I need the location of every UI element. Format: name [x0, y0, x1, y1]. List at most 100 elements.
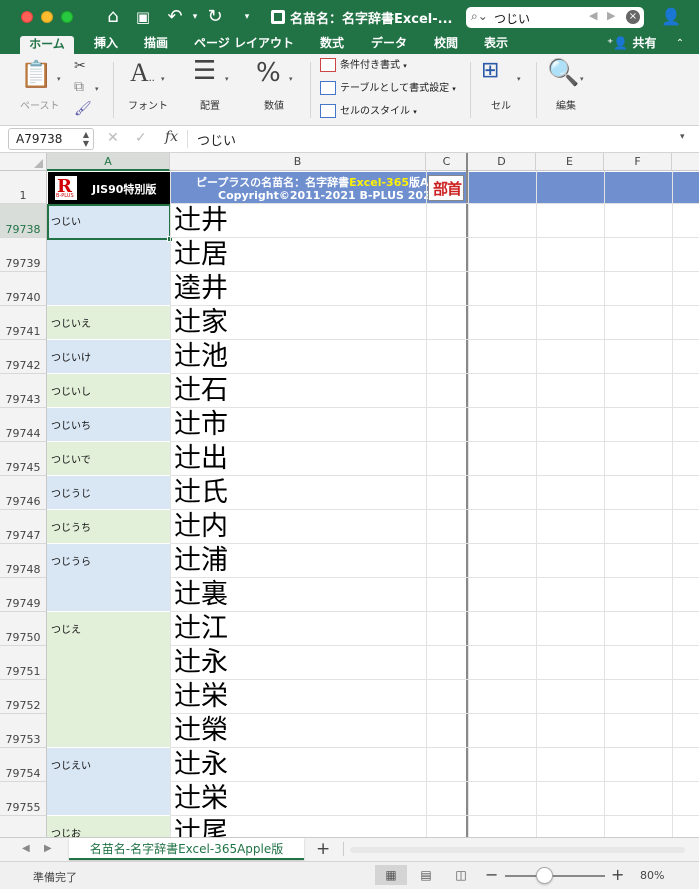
- row-header[interactable]: 79751: [0, 646, 46, 680]
- surname-cell[interactable]: 辻出: [170, 442, 425, 476]
- zoom-window-button[interactable]: [61, 11, 73, 23]
- paste-icon[interactable]: 📋: [20, 60, 52, 90]
- cells-group[interactable]: ⊞ ▾ セル: [476, 54, 532, 126]
- row-header[interactable]: 79753: [0, 714, 46, 748]
- row-header[interactable]: 79747: [0, 510, 46, 544]
- tab-draw[interactable]: 描画: [136, 34, 176, 54]
- tab-insert[interactable]: 挿入: [84, 34, 128, 54]
- save-icon[interactable]: ▣: [131, 4, 155, 30]
- home-icon[interactable]: ⌂: [101, 4, 125, 30]
- format-painter-icon[interactable]: 🖌: [74, 101, 92, 117]
- surname-cell[interactable]: 辻榮: [170, 714, 425, 748]
- search-input[interactable]: つじい: [494, 10, 530, 27]
- zoom-out-icon[interactable]: −: [485, 865, 498, 884]
- normal-view-icon[interactable]: ▦: [375, 865, 407, 885]
- collapse-ribbon-icon[interactable]: ⌃: [670, 34, 690, 54]
- conditional-formatting-button[interactable]: 条件付き書式 ▾: [320, 56, 407, 76]
- surname-cell[interactable]: 辻井: [170, 204, 425, 238]
- row-header[interactable]: 79749: [0, 578, 46, 612]
- tab-view[interactable]: 表示: [476, 34, 516, 54]
- name-box-spinner-icon[interactable]: ▲ ▼: [83, 130, 89, 148]
- search-box[interactable]: ⌕⌄ つじい ◀ ▶ ×: [466, 7, 644, 28]
- column-header-d[interactable]: D: [468, 153, 536, 171]
- row-header[interactable]: 79743: [0, 374, 46, 408]
- row-header[interactable]: 79740: [0, 272, 46, 306]
- reading-cell[interactable]: つじいけ: [47, 340, 170, 374]
- expand-formula-icon[interactable]: ▾: [680, 132, 685, 142]
- number-group[interactable]: % ▾ 数値: [250, 54, 306, 126]
- copy-dropdown-icon[interactable]: ▾: [95, 85, 99, 93]
- customize-toolbar-icon[interactable]: ▾: [235, 4, 259, 30]
- search-previous-icon[interactable]: ◀: [589, 9, 597, 22]
- surname-cell[interactable]: 辻江: [170, 612, 425, 646]
- banner-cell-a1[interactable]: R B-PLUS JIS90特別版: [48, 172, 170, 204]
- row-header[interactable]: 79738: [0, 204, 46, 238]
- column-header-b[interactable]: B: [170, 153, 426, 171]
- row-header[interactable]: 79754: [0, 748, 46, 782]
- name-box-value[interactable]: A79738: [16, 132, 62, 146]
- row-header[interactable]: 79755: [0, 782, 46, 816]
- row-header[interactable]: 79745: [0, 442, 46, 476]
- reading-cell[interactable]: つじいち: [47, 408, 170, 442]
- insert-function-icon[interactable]: fx: [165, 129, 178, 145]
- page-layout-view-icon[interactable]: ▤: [410, 865, 442, 885]
- reading-cell[interactable]: つじうじ: [47, 476, 170, 510]
- reading-cell[interactable]: つじえい: [47, 748, 170, 816]
- radical-stamp-image[interactable]: 部首: [428, 175, 464, 201]
- surname-cell[interactable]: 辻永: [170, 646, 425, 680]
- surname-cell[interactable]: 辻市: [170, 408, 425, 442]
- font-group[interactable]: A.. ▾ フォント: [118, 54, 176, 126]
- redo-icon[interactable]: ↻: [203, 4, 227, 30]
- surname-cell[interactable]: 辻浦: [170, 544, 425, 578]
- zoom-slider-knob[interactable]: [536, 867, 553, 884]
- surname-cell[interactable]: 辻栄: [170, 782, 425, 816]
- row-header[interactable]: 79739: [0, 238, 46, 272]
- minimize-window-button[interactable]: [41, 11, 53, 23]
- row-header[interactable]: [0, 816, 46, 837]
- column-header-c[interactable]: C: [426, 153, 468, 171]
- row-header[interactable]: 79746: [0, 476, 46, 510]
- alignment-group[interactable]: ☰ ▾ 配置: [185, 54, 243, 126]
- clear-search-icon[interactable]: ×: [626, 10, 640, 24]
- row-header[interactable]: 79752: [0, 680, 46, 714]
- surname-cell[interactable]: 辻栄: [170, 680, 425, 714]
- column-header-a[interactable]: A: [47, 153, 170, 171]
- page-break-view-icon[interactable]: ◫: [445, 865, 477, 885]
- tab-page-layout[interactable]: ページ レイアウト: [186, 34, 302, 54]
- row-header[interactable]: 1: [0, 171, 46, 204]
- surname-cell[interactable]: 辻尾: [170, 816, 425, 837]
- surname-cell[interactable]: 辻内: [170, 510, 425, 544]
- add-sheet-icon[interactable]: +: [316, 839, 330, 859]
- share-button[interactable]: ⁺👤 共有: [607, 34, 656, 54]
- surname-cell[interactable]: 辻居: [170, 238, 425, 272]
- zoom-level[interactable]: 80%: [640, 869, 664, 882]
- column-header-f[interactable]: F: [604, 153, 672, 171]
- reading-cell[interactable]: つじいし: [47, 374, 170, 408]
- surname-cell[interactable]: 辻氏: [170, 476, 425, 510]
- close-window-button[interactable]: [21, 11, 33, 23]
- tab-home[interactable]: ホーム: [20, 36, 74, 54]
- previous-sheet-icon[interactable]: ◀: [22, 843, 30, 854]
- surname-cell[interactable]: 辻池: [170, 340, 425, 374]
- reading-cell[interactable]: つじいえ: [47, 306, 170, 340]
- reading-cell[interactable]: つじいで: [47, 442, 170, 476]
- tab-review[interactable]: 校閲: [426, 34, 466, 54]
- account-icon[interactable]: 👤: [660, 6, 682, 28]
- copy-icon[interactable]: ⧉: [74, 79, 84, 95]
- enter-entry-icon[interactable]: ✓: [135, 130, 147, 146]
- row-header[interactable]: 79741: [0, 306, 46, 340]
- horizontal-scrollbar[interactable]: [350, 847, 685, 853]
- name-box[interactable]: A79738 ▲ ▼: [8, 128, 94, 150]
- reading-cell[interactable]: つじお: [47, 816, 170, 837]
- surname-cell[interactable]: 逵井: [170, 272, 425, 306]
- tab-data[interactable]: データ: [362, 34, 416, 54]
- sheet-tab-active[interactable]: 名苗名-名字辞書Excel-365Apple版: [69, 838, 304, 860]
- row-header[interactable]: 79744: [0, 408, 46, 442]
- paste-dropdown-icon[interactable]: ▾: [57, 75, 61, 83]
- row-header[interactable]: 79748: [0, 544, 46, 578]
- column-header-e[interactable]: E: [536, 153, 604, 171]
- reading-cell[interactable]: つじえ: [47, 612, 170, 748]
- search-next-icon[interactable]: ▶: [607, 9, 615, 22]
- reading-cell[interactable]: つじうち: [47, 510, 170, 544]
- tab-formulas[interactable]: 数式: [312, 34, 352, 54]
